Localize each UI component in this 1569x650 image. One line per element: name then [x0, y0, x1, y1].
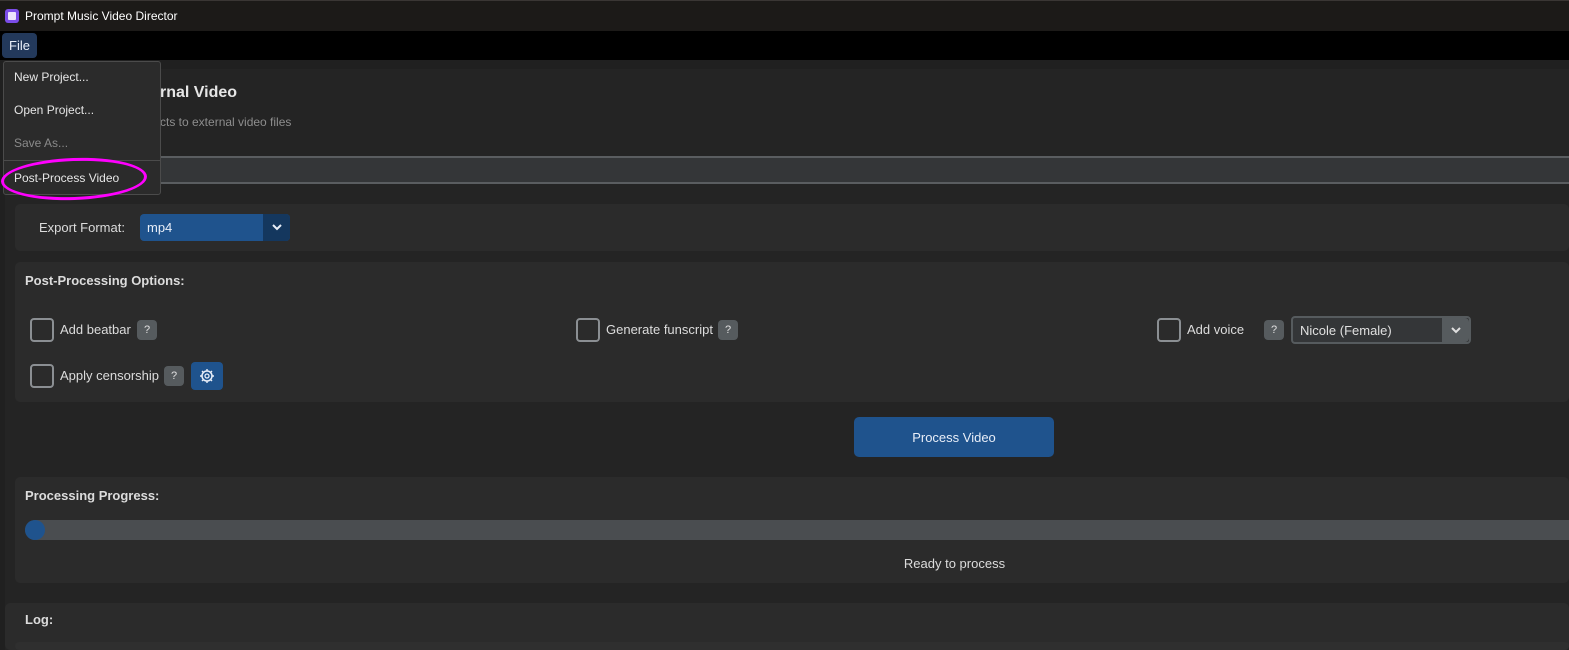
- export-format-value: mp4: [147, 220, 173, 235]
- process-video-button[interactable]: Process Video: [854, 417, 1054, 457]
- add-beatbar-label: Add beatbar: [60, 322, 131, 337]
- add-voice-label: Add voice: [1187, 322, 1245, 337]
- export-format-select[interactable]: mp4: [140, 214, 290, 241]
- status-text: Ready to process: [903, 556, 1006, 571]
- app-icon: [5, 9, 19, 23]
- apply-censorship-label: Apply censorship: [60, 368, 159, 383]
- apply-censorship-help-button[interactable]: ?: [164, 366, 184, 386]
- export-format-label: Export Format:: [39, 220, 125, 235]
- add-beatbar-help-button[interactable]: ?: [137, 320, 157, 340]
- generate-funscript-checkbox[interactable]: [576, 318, 600, 342]
- censorship-settings-button[interactable]: [191, 362, 223, 390]
- title-bar: Prompt Music Video Director: [0, 0, 1569, 31]
- voice-select-value: Nicole (Female): [1300, 322, 1392, 338]
- log-textbox[interactable]: [15, 642, 1569, 650]
- page-title: rnal Video: [160, 84, 238, 101]
- menu-item-new-project[interactable]: New Project...: [14, 70, 89, 84]
- menu-separator: [4, 160, 160, 161]
- window-title: Prompt Music Video Director: [25, 9, 178, 23]
- add-beatbar-checkbox[interactable]: [30, 318, 54, 342]
- gear-icon: [200, 369, 214, 383]
- apply-censorship-checkbox[interactable]: [30, 364, 54, 388]
- page-subtitle: cts to external video files: [160, 115, 292, 129]
- menu-bar: File: [0, 31, 1569, 60]
- menu-item-save-as: Save As...: [14, 136, 69, 150]
- chevron-down-icon: [1442, 318, 1469, 342]
- menu-item-open-project[interactable]: Open Project...: [14, 103, 94, 117]
- add-voice-checkbox[interactable]: [1157, 318, 1181, 342]
- file-menu-button[interactable]: File: [2, 33, 37, 58]
- progress-bar-fill: [25, 520, 45, 540]
- video-file-input[interactable]: [150, 156, 1569, 184]
- log-title: Log:: [25, 612, 54, 627]
- progress-title: Processing Progress:: [25, 488, 160, 503]
- add-voice-help-button[interactable]: ?: [1264, 320, 1284, 340]
- options-title: Post-Processing Options:: [25, 273, 185, 288]
- menu-item-post-process-video[interactable]: Post-Process Video: [14, 171, 119, 185]
- progress-bar: [25, 520, 1569, 540]
- generate-funscript-help-button[interactable]: ?: [718, 320, 738, 340]
- generate-funscript-label: Generate funscript: [606, 322, 713, 337]
- file-dropdown-menu: New Project... Open Project... Save As..…: [3, 61, 161, 195]
- chevron-down-icon: [263, 214, 290, 241]
- voice-select[interactable]: Nicole (Female): [1291, 316, 1471, 344]
